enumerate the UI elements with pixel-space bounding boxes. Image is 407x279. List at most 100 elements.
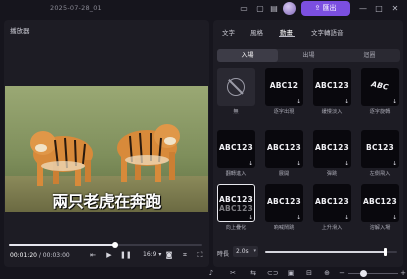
- effect-label: 向上疊化: [225, 225, 247, 231]
- time-readout: 00:01:20 / 00:03:00: [10, 252, 70, 259]
- player-label: 播放器: [10, 27, 30, 35]
- zoom-fit-icon[interactable]: ⊕: [322, 268, 332, 278]
- zoom-slider-knob[interactable]: [360, 270, 367, 277]
- effect-preview-text: BC123: [366, 143, 394, 152]
- crop-icon[interactable]: ⌗: [180, 251, 190, 260]
- tab-style[interactable]: 風格: [250, 27, 263, 37]
- subtab-out[interactable]: 出場: [278, 49, 339, 62]
- avatar[interactable]: [283, 2, 296, 15]
- player-panel: 播放器 兩只老虎在奔跑 00:01:20 / 00:03:00 ⇤ ▶ ❚❚ 1…: [4, 20, 209, 267]
- effect-tile[interactable]: ABC123 ↓: [361, 184, 399, 222]
- editor-window: 2025-07-28_01 ▭ ▢ ▤ ⇪ 匯出 — □ ✕ 播放器 兩只老虎在…: [0, 0, 407, 279]
- animation-subtabs: 入場 出場 迴圈: [217, 49, 400, 62]
- download-icon[interactable]: ↓: [392, 99, 397, 105]
- document-icon[interactable]: ▤: [268, 3, 280, 14]
- close-icon[interactable]: ✕: [390, 3, 400, 14]
- effect-tile[interactable]: ABC123 ABC123 ↓: [217, 184, 255, 222]
- maximize-icon[interactable]: □: [374, 3, 384, 14]
- effect-label: 彈跳: [326, 171, 338, 177]
- effect-label: 緩慢淡入: [321, 109, 343, 115]
- export-button-label: 匯出: [322, 4, 337, 12]
- zoom-slider[interactable]: [348, 270, 398, 277]
- playhead-knob[interactable]: [112, 242, 119, 248]
- microphone-icon[interactable]: ♪: [206, 268, 216, 278]
- effect-tile[interactable]: ABC123 ↓: [265, 184, 303, 222]
- effect-preview-text: ABC123: [219, 204, 253, 213]
- split-icon[interactable]: ⇆: [248, 268, 258, 278]
- link-icon[interactable]: ⊂⊃: [267, 268, 279, 278]
- effect-tile[interactable]: ABC123 ↓: [265, 130, 303, 168]
- effect-label: 溶解入場: [369, 225, 391, 231]
- subtab-loop[interactable]: 迴圈: [339, 49, 400, 62]
- project-title: 2025-07-28_01: [50, 4, 102, 12]
- no-effect-icon: [227, 78, 245, 96]
- video-caption[interactable]: 兩只老虎在奔跑: [5, 188, 208, 212]
- download-icon[interactable]: ↓: [344, 99, 349, 105]
- timeline-progress-bar[interactable]: [9, 242, 202, 248]
- download-icon[interactable]: ↓: [392, 161, 397, 167]
- effect-preview-text: ABC123: [267, 197, 301, 206]
- download-icon[interactable]: ↓: [392, 215, 397, 221]
- effect-preview-text: ABC123: [315, 143, 349, 152]
- effect-label: 逐字旋轉: [369, 109, 391, 115]
- download-icon[interactable]: ↓: [344, 161, 349, 167]
- effect-tile[interactable]: ABC12 ↓: [265, 68, 303, 106]
- export-icon: ⇪: [314, 4, 323, 12]
- monitor-icon[interactable]: ▭: [238, 3, 250, 14]
- duration-slider-knob[interactable]: [384, 248, 388, 256]
- export-button[interactable]: ⇪ 匯出: [301, 1, 350, 16]
- effect-label: 展開: [278, 171, 290, 177]
- effect-preview-text: ABC123: [219, 195, 253, 204]
- download-icon[interactable]: ↓: [296, 161, 301, 167]
- duration-value: 2.0s: [236, 248, 249, 255]
- tab-text[interactable]: 文字: [222, 27, 235, 37]
- play-icon[interactable]: ▶: [104, 251, 114, 259]
- effect-label: 無: [233, 109, 239, 115]
- video-preview[interactable]: 兩只老虎在奔跑: [5, 86, 208, 212]
- download-icon[interactable]: ↓: [296, 215, 301, 221]
- text-properties-panel: 文字 風格 動畫 文字轉語音 入場 出場 迴圈 無 ABC12 ↓ 逐字出現 ABC12…: [213, 20, 403, 267]
- download-icon[interactable]: ↓: [296, 99, 301, 105]
- effect-label: 逐字出現: [273, 109, 295, 115]
- effect-preview-text: ABC123: [267, 143, 301, 152]
- duration-slider-fill: [265, 251, 386, 253]
- progress-fill: [9, 244, 116, 246]
- effect-tile[interactable]: ABC123 ↓: [313, 68, 351, 106]
- download-icon[interactable]: ↓: [248, 161, 253, 167]
- download-icon[interactable]: ↓: [248, 215, 253, 221]
- effect-tile[interactable]: ABC123 ↓: [313, 184, 351, 222]
- total-time: 00:03:00: [42, 252, 70, 259]
- duration-select[interactable]: 2.0s ▾: [233, 246, 258, 257]
- group-icon[interactable]: ▣: [286, 268, 296, 278]
- fullscreen-icon[interactable]: ⛶: [195, 251, 205, 260]
- duration-slider[interactable]: [265, 248, 397, 256]
- title-bar: 2025-07-28_01 ▭ ▢ ▤ ⇪ 匯出 — □ ✕: [0, 0, 407, 18]
- zoom-out-icon[interactable]: −: [337, 268, 347, 278]
- effect-preview-text: ABC123: [219, 143, 253, 152]
- subtab-in[interactable]: 入場: [217, 49, 278, 62]
- ripple-icon[interactable]: ⊟: [304, 268, 314, 278]
- pause-icon[interactable]: ❚❚: [120, 251, 132, 259]
- effect-tile[interactable]: BC123 ↓: [361, 130, 399, 168]
- effect-label: 上升滑入: [321, 225, 343, 231]
- aspect-ratio-select[interactable]: 16:9 ▾: [143, 251, 161, 258]
- tab-text-to-speech[interactable]: 文字轉語音: [311, 27, 344, 37]
- message-icon[interactable]: ▢: [254, 3, 266, 14]
- effect-preview-text: ABC: [370, 79, 390, 92]
- effect-preview-text: ABC123: [363, 197, 397, 206]
- aspect-ratio-value: 16:9: [143, 251, 157, 258]
- effect-label: 吶喊鬧跳: [273, 225, 295, 231]
- effect-tile[interactable]: ABC123 ↓: [313, 130, 351, 168]
- zoom-in-icon[interactable]: +: [398, 268, 407, 278]
- effect-tile[interactable]: [217, 68, 255, 106]
- chevron-down-icon: ▾: [253, 248, 256, 254]
- scissors-icon[interactable]: ✂: [228, 268, 238, 278]
- duration-label: 時長: [217, 251, 230, 258]
- trim-icon[interactable]: ⇤: [88, 251, 98, 259]
- minimize-icon[interactable]: —: [358, 3, 368, 14]
- download-icon[interactable]: ↓: [344, 215, 349, 221]
- effect-label: 左側飛入: [369, 171, 391, 177]
- effect-tile[interactable]: ABC123 ↓: [217, 130, 255, 168]
- snapshot-icon[interactable]: ◙: [164, 251, 174, 259]
- effect-tile[interactable]: ABC ↓: [361, 68, 399, 106]
